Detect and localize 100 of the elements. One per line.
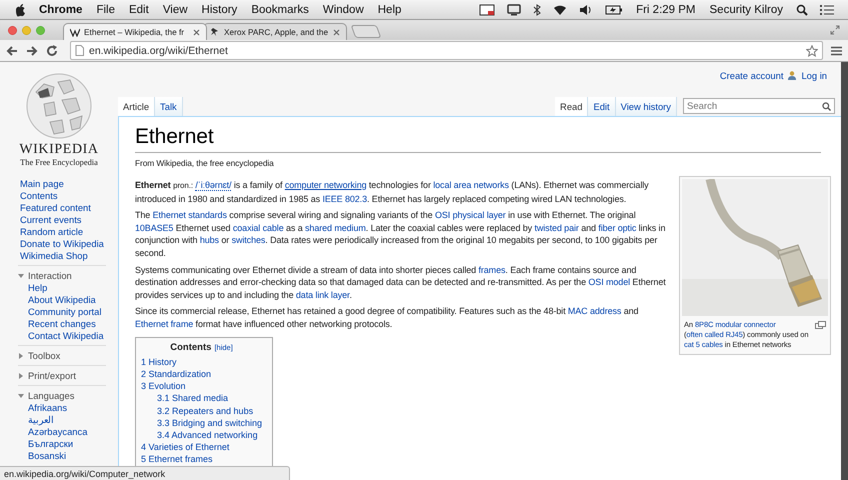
toc-link[interactable]: 3.4 Advanced networking: [157, 430, 258, 440]
toc-link[interactable]: 5 Ethernet frames: [141, 454, 213, 464]
toc-link[interactable]: 3.1 Shared media: [157, 393, 228, 404]
sidebar-link[interactable]: Featured content: [20, 202, 91, 213]
browser-tab[interactable]: Xerox PARC, Apple, and the: [203, 23, 347, 40]
caret-icon[interactable]: [19, 372, 23, 378]
sidebar-link[interactable]: Donate to Wikipedia: [20, 238, 104, 249]
sidebar-link[interactable]: Azərbaycanca: [28, 426, 88, 437]
search-icon[interactable]: [796, 4, 808, 16]
page-tab[interactable]: Talk: [155, 97, 183, 116]
sidebar-link[interactable]: Random article: [20, 226, 84, 237]
search-icon[interactable]: [822, 102, 831, 111]
forward-icon[interactable]: [26, 44, 38, 56]
display-icon[interactable]: [507, 4, 522, 16]
close-tab-icon[interactable]: [333, 28, 340, 36]
toc-link[interactable]: 1 History: [141, 356, 177, 367]
sidebar-link[interactable]: Bosanski: [28, 450, 66, 461]
browser-tab[interactable]: Ethernet – Wikipedia, the fr: [63, 23, 207, 40]
page-tab[interactable]: View history: [616, 97, 677, 116]
link[interactable]: coaxial cable: [232, 222, 284, 233]
toc-link[interactable]: 4 Varieties of Ethernet: [141, 442, 230, 452]
link[interactable]: computer networking: [284, 180, 366, 190]
sidebar-link[interactable]: Community portal: [28, 306, 102, 317]
toc-link[interactable]: 3.2 Repeaters and hubs: [157, 406, 254, 416]
sidebar-link[interactable]: Help: [28, 282, 48, 293]
portlet-heading[interactable]: Toolbox: [28, 349, 60, 362]
address-bar[interactable]: en.wikipedia.org/wiki/Ethernet: [70, 41, 823, 60]
caret-icon[interactable]: [18, 274, 24, 278]
toc-link[interactable]: 3.3 Bridging and switching: [157, 418, 262, 428]
sidebar-link[interactable]: Български: [28, 438, 74, 449]
link[interactable]: hubs: [200, 235, 219, 246]
menubar-clock[interactable]: Fri 2:29 PM: [629, 4, 702, 16]
menu-item[interactable]: Window: [316, 4, 371, 16]
link[interactable]: frames: [478, 264, 506, 275]
user-icon: [788, 70, 796, 80]
back-icon[interactable]: [6, 44, 18, 56]
bluetooth-icon[interactable]: [533, 4, 542, 16]
bookmark-star-icon[interactable]: [806, 44, 818, 56]
w-favicon-icon: [70, 28, 80, 36]
page-subtitle: From Wikipedia, the free encyclopedia: [135, 158, 275, 168]
link[interactable]: MAC address: [568, 306, 622, 316]
menu-item[interactable]: Edit: [122, 4, 156, 16]
user-name[interactable]: Security Kilroy: [702, 4, 790, 16]
link[interactable]: shared medium: [305, 222, 366, 233]
sidebar-link[interactable]: Contact Wikipedia: [28, 330, 104, 341]
fullscreen-icon[interactable]: [830, 25, 840, 35]
paragraph: The Ethernet standards comprise several wiring and signaling variants of the OSI physical layer in use with Ethernet. The original 10BASE5 Ethernet used coaxial cable as a shared medium. Later the coaxial cables were replaced by twisted pair and fiber optic links in conjunction with hubs or switches. Data rates were periodically increased from the original 10 megabits per second, to 100 gigabits per second.: [135, 209, 666, 260]
menu-item[interactable]: Bookmarks: [244, 4, 316, 16]
menu-item[interactable]: Help: [370, 4, 408, 16]
portlet-heading[interactable]: Languages: [28, 389, 74, 402]
toc-link[interactable]: 3 Evolution: [141, 381, 186, 392]
sidebar-link[interactable]: Wikimedia Shop: [20, 250, 88, 261]
link[interactable]: Ethernet standards: [152, 210, 227, 220]
link[interactable]: data link layer: [296, 290, 350, 300]
sidebar-link[interactable]: Contents: [20, 190, 58, 201]
pronunciation-link[interactable]: /ˈiːθərnɛt/: [195, 180, 232, 191]
page-tab[interactable]: Read: [555, 97, 588, 116]
link[interactable]: IEEE 802.3: [322, 194, 367, 204]
link[interactable]: local area networks: [433, 180, 509, 190]
sidebar-link[interactable]: العربية: [28, 414, 54, 425]
caret-icon[interactable]: [19, 352, 23, 358]
create-account-link[interactable]: Create account: [720, 70, 784, 80]
menu-item[interactable]: View: [156, 4, 195, 16]
reload-icon[interactable]: [46, 44, 58, 56]
portlet-heading[interactable]: Interaction: [28, 269, 72, 282]
menu-icon[interactable]: [831, 46, 842, 56]
menu-item[interactable]: History: [194, 4, 244, 16]
wifi-icon[interactable]: [553, 4, 568, 16]
link[interactable]: twisted pair: [534, 222, 579, 233]
record-icon[interactable]: [479, 4, 496, 16]
pin-icon: [210, 27, 220, 37]
portlet-heading[interactable]: Print/export: [28, 369, 76, 382]
page-icon: [75, 45, 84, 56]
link[interactable]: Ethernet frame: [135, 318, 194, 329]
close-window-icon[interactable]: [8, 26, 17, 34]
sidebar-link[interactable]: About Wikipedia: [28, 294, 96, 305]
link[interactable]: switches: [232, 235, 266, 246]
link[interactable]: fiber optic: [598, 222, 636, 233]
toc-link[interactable]: 2 Standardization: [141, 368, 212, 379]
battery-icon[interactable]: [605, 4, 624, 16]
apple-icon: [14, 2, 26, 16]
enlarge-icon[interactable]: [815, 321, 826, 329]
page-tab[interactable]: Edit: [588, 97, 616, 116]
list-icon[interactable]: [820, 4, 834, 16]
volume-icon[interactable]: [579, 4, 594, 16]
sidebar-link[interactable]: Recent changes: [28, 318, 96, 329]
sidebar-link[interactable]: Main page: [20, 178, 64, 189]
page-title: Ethernet: [135, 123, 821, 153]
close-tab-icon[interactable]: [193, 28, 200, 36]
menu-item[interactable]: File: [89, 4, 122, 16]
log-in-link[interactable]: Log in: [801, 70, 827, 80]
sidebar-link[interactable]: Afrikaans: [28, 402, 68, 413]
sidebar-link[interactable]: Current events: [20, 214, 82, 225]
link[interactable]: 10BASE5: [135, 222, 174, 233]
link[interactable]: OSI model: [588, 277, 630, 288]
app-menu[interactable]: Chrome: [32, 4, 90, 16]
link[interactable]: OSI physical layer: [434, 210, 506, 220]
page-tab[interactable]: Article: [118, 97, 156, 116]
caret-icon[interactable]: [18, 394, 24, 398]
search-field[interactable]: Search: [683, 98, 835, 114]
